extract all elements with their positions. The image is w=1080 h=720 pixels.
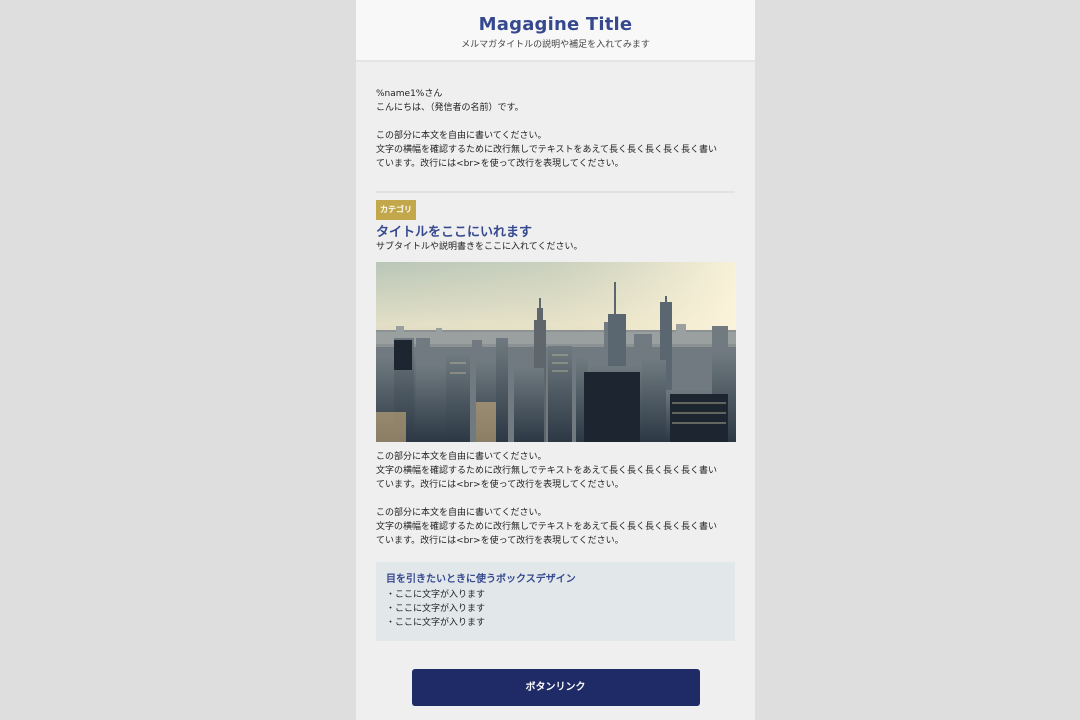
article-subtitle: サブタイトルや説明書きをここに入れてください。 — [376, 242, 583, 252]
section-divider — [376, 191, 735, 193]
body-line: 文字の横幅を確認するために改行無しでテキストをあえて長く長く長く長く長く書い — [376, 522, 718, 532]
highlight-box-item: ・ここに文字が入ります — [386, 618, 486, 628]
highlight-box: 目を引きたいときに使うボックスデザイン ・ここに文字が入ります ・ここに文字が入… — [376, 562, 735, 641]
newsletter-subtitle: メルマガタイトルの説明や補足を入れてみます — [461, 40, 650, 50]
body-line: ています。改行には<br>を使って改行を表現してください。 — [376, 480, 624, 490]
body-line: この部分に本文を自由に書いてください。 — [376, 452, 547, 462]
newsletter-title: Magagine Title — [478, 14, 633, 35]
button-link[interactable]: ボタンリンク — [411, 669, 700, 706]
body-line: 文字の横幅を確認するために改行無しでテキストをあえて長く長く長く長く長く書い — [376, 466, 718, 476]
article-body: この部分に本文を自由に書いてください。 文字の横幅を確認するために改行無しでテキ… — [376, 450, 735, 548]
intro-line: この部分に本文を自由に書いてください。 — [376, 131, 547, 141]
button-wrapper: ボタンリンク — [376, 669, 735, 706]
city-skyline-photo — [376, 262, 736, 442]
intro-line: 文字の横幅を確認するために改行無しでテキストをあえて長く長く長く長く長く書い — [376, 145, 718, 155]
greeting-name: %name1%さん — [376, 89, 443, 99]
newsletter-body: %name1%さん こんにちは、（発信者の名前）です。 この部分に本文を自由に書… — [356, 62, 755, 706]
highlight-box-item: ・ここに文字が入ります — [386, 604, 486, 614]
highlight-box-item: ・ここに文字が入ります — [386, 590, 486, 600]
body-line: この部分に本文を自由に書いてください。 — [376, 508, 547, 518]
newsletter-header: Magagine Title メルマガタイトルの説明や補足を入れてみます — [356, 0, 755, 62]
article-title: タイトルをここにいれます — [376, 225, 533, 240]
category-badge: カテゴリ — [376, 200, 416, 220]
greeting: %name1%さん こんにちは、（発信者の名前）です。 この部分に本文を自由に書… — [376, 87, 735, 171]
body-line: ています。改行には<br>を使って改行を表現してください。 — [376, 536, 624, 546]
greeting-hello: こんにちは、（発信者の名前）です。 — [376, 103, 524, 113]
highlight-box-title: 目を引きたいときに使うボックスデザイン — [386, 574, 576, 585]
email-newsletter: Magagine Title メルマガタイトルの説明や補足を入れてみます %na… — [356, 0, 755, 720]
intro-line: ています。改行には<br>を使って改行を表現してください。 — [376, 159, 624, 169]
